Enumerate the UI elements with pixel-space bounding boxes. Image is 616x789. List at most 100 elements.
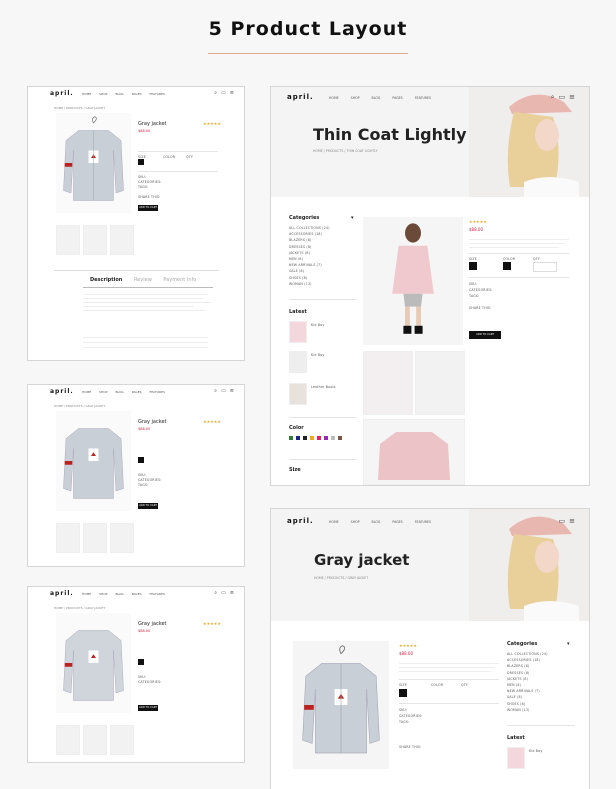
- category-item[interactable]: WOMAN (13): [289, 282, 330, 286]
- logo[interactable]: april.: [50, 590, 74, 597]
- tab-description[interactable]: Description: [90, 277, 122, 283]
- nav-shop[interactable]: SHOP: [99, 592, 107, 596]
- logo[interactable]: april.: [50, 388, 74, 395]
- nav-home[interactable]: HOME: [82, 92, 91, 96]
- size-select[interactable]: [469, 262, 477, 270]
- search-icon[interactable]: ⌕: [551, 93, 555, 102]
- color-swatch[interactable]: [331, 436, 335, 440]
- thumbnail-2[interactable]: [83, 725, 107, 755]
- nav-pages[interactable]: PAGES: [132, 390, 142, 394]
- nav-features[interactable]: FEATURES: [150, 92, 165, 96]
- latest-thumb-1[interactable]: [507, 747, 525, 769]
- nav-shop[interactable]: SHOP: [99, 390, 107, 394]
- cart-icon[interactable]: ▭: [221, 388, 226, 394]
- latest-thumb-1[interactable]: [289, 321, 307, 343]
- cart-icon[interactable]: ▭: [559, 517, 566, 525]
- nav-features[interactable]: FEATURES: [415, 96, 431, 100]
- color-swatch[interactable]: [317, 436, 321, 440]
- color-swatch[interactable]: [310, 436, 314, 440]
- cart-icon[interactable]: ▭: [221, 590, 226, 596]
- nav-blog[interactable]: BLOG: [115, 592, 123, 596]
- nav-home[interactable]: HOME: [82, 390, 91, 394]
- menu-icon[interactable]: ≡: [230, 90, 234, 96]
- cart-icon[interactable]: ▭: [559, 93, 566, 102]
- add-to-cart-button[interactable]: ADD TO CART: [469, 331, 501, 339]
- size-select[interactable]: [138, 159, 144, 165]
- color-select[interactable]: [503, 262, 511, 270]
- add-to-cart-button[interactable]: ADD TO CART: [138, 503, 158, 509]
- nav-shop[interactable]: SHOP: [351, 520, 360, 524]
- category-item[interactable]: NEW ARRIVALS (7): [289, 263, 330, 267]
- nav-pages[interactable]: PAGES: [132, 92, 142, 96]
- menu-icon[interactable]: ≡: [569, 93, 575, 102]
- thumbnail-1[interactable]: [56, 725, 80, 755]
- nav-blog[interactable]: BLOG: [115, 92, 123, 96]
- nav-features[interactable]: FEATURES: [150, 390, 165, 394]
- size-select[interactable]: [399, 689, 407, 697]
- logo[interactable]: april.: [287, 517, 314, 525]
- category-item[interactable]: JACKETS (8): [289, 251, 330, 255]
- color-swatch[interactable]: [289, 436, 293, 440]
- thumbnail-3[interactable]: [110, 523, 134, 553]
- menu-icon[interactable]: ≡: [230, 388, 234, 394]
- quantity-stepper[interactable]: [533, 262, 557, 272]
- category-item[interactable]: BLAZERS (8): [289, 238, 330, 242]
- search-icon[interactable]: ⌕: [214, 590, 217, 596]
- latest-item-name[interactable]: Kid Boy: [311, 323, 324, 327]
- thumbnail-3[interactable]: [110, 225, 134, 255]
- thumbnail-3[interactable]: [110, 725, 134, 755]
- thumbnail-2[interactable]: [83, 523, 107, 553]
- gallery-image-3[interactable]: [363, 419, 465, 485]
- nav-pages[interactable]: PAGES: [392, 520, 402, 524]
- tab-review[interactable]: Review: [134, 277, 152, 283]
- category-item[interactable]: ACCESSORIES (18): [289, 232, 330, 236]
- chevron-down-icon[interactable]: ▾: [351, 215, 354, 221]
- nav-blog[interactable]: BLOG: [372, 520, 381, 524]
- color-swatch[interactable]: [303, 436, 307, 440]
- nav-blog[interactable]: BLOG: [115, 390, 123, 394]
- category-item[interactable]: JACKETS (8): [507, 677, 548, 681]
- gallery-image-1[interactable]: [363, 351, 413, 415]
- category-item[interactable]: ACCESSORIES (18): [507, 658, 548, 662]
- logo[interactable]: april.: [50, 90, 74, 97]
- chevron-down-icon[interactable]: ▾: [567, 641, 570, 647]
- cart-icon[interactable]: ▭: [221, 90, 226, 96]
- thumbnail-1[interactable]: [56, 225, 80, 255]
- nav-pages[interactable]: PAGES: [392, 96, 402, 100]
- nav-home[interactable]: HOME: [329, 520, 339, 524]
- latest-item-name[interactable]: Kid Boy: [529, 749, 542, 753]
- category-item[interactable]: SALE (8): [507, 695, 548, 699]
- search-icon[interactable]: ⌕: [214, 388, 217, 394]
- nav-home[interactable]: HOME: [329, 96, 339, 100]
- latest-thumb-3[interactable]: [289, 383, 307, 405]
- menu-icon[interactable]: ≡: [230, 590, 234, 596]
- nav-features[interactable]: FEATURES: [150, 592, 165, 596]
- category-item[interactable]: ALL COLLECTIONS (24): [289, 226, 330, 230]
- tab-payment-info[interactable]: Payment Info: [163, 277, 196, 283]
- nav-pages[interactable]: PAGES: [132, 592, 142, 596]
- color-swatch[interactable]: [324, 436, 328, 440]
- thumbnail-2[interactable]: [83, 225, 107, 255]
- category-item[interactable]: DRESSES (8): [507, 671, 548, 675]
- nav-home[interactable]: HOME: [82, 592, 91, 596]
- search-icon[interactable]: ⌕: [214, 90, 217, 96]
- category-item[interactable]: SHOES (8): [289, 276, 330, 280]
- latest-thumb-2[interactable]: [289, 351, 307, 373]
- add-to-cart-button[interactable]: ADD TO CART: [138, 205, 158, 211]
- nav-shop[interactable]: SHOP: [99, 92, 107, 96]
- size-select[interactable]: [138, 659, 144, 665]
- logo[interactable]: april.: [287, 93, 314, 101]
- category-item[interactable]: WOMAN (13): [507, 708, 548, 712]
- category-item[interactable]: MEN (8): [507, 683, 548, 687]
- color-swatch[interactable]: [296, 436, 300, 440]
- latest-item-name[interactable]: Kid Boy: [311, 353, 324, 357]
- category-item[interactable]: DRESSES (8): [289, 245, 330, 249]
- category-item[interactable]: MEN (8): [289, 257, 330, 261]
- category-item[interactable]: SALE (8): [289, 269, 330, 273]
- category-item[interactable]: BLAZERS (8): [507, 664, 548, 668]
- color-swatch[interactable]: [338, 436, 342, 440]
- nav-blog[interactable]: BLOG: [372, 96, 381, 100]
- category-item[interactable]: NEW ARRIVALS (7): [507, 689, 548, 693]
- nav-shop[interactable]: SHOP: [351, 96, 360, 100]
- category-item[interactable]: SHOES (8): [507, 702, 548, 706]
